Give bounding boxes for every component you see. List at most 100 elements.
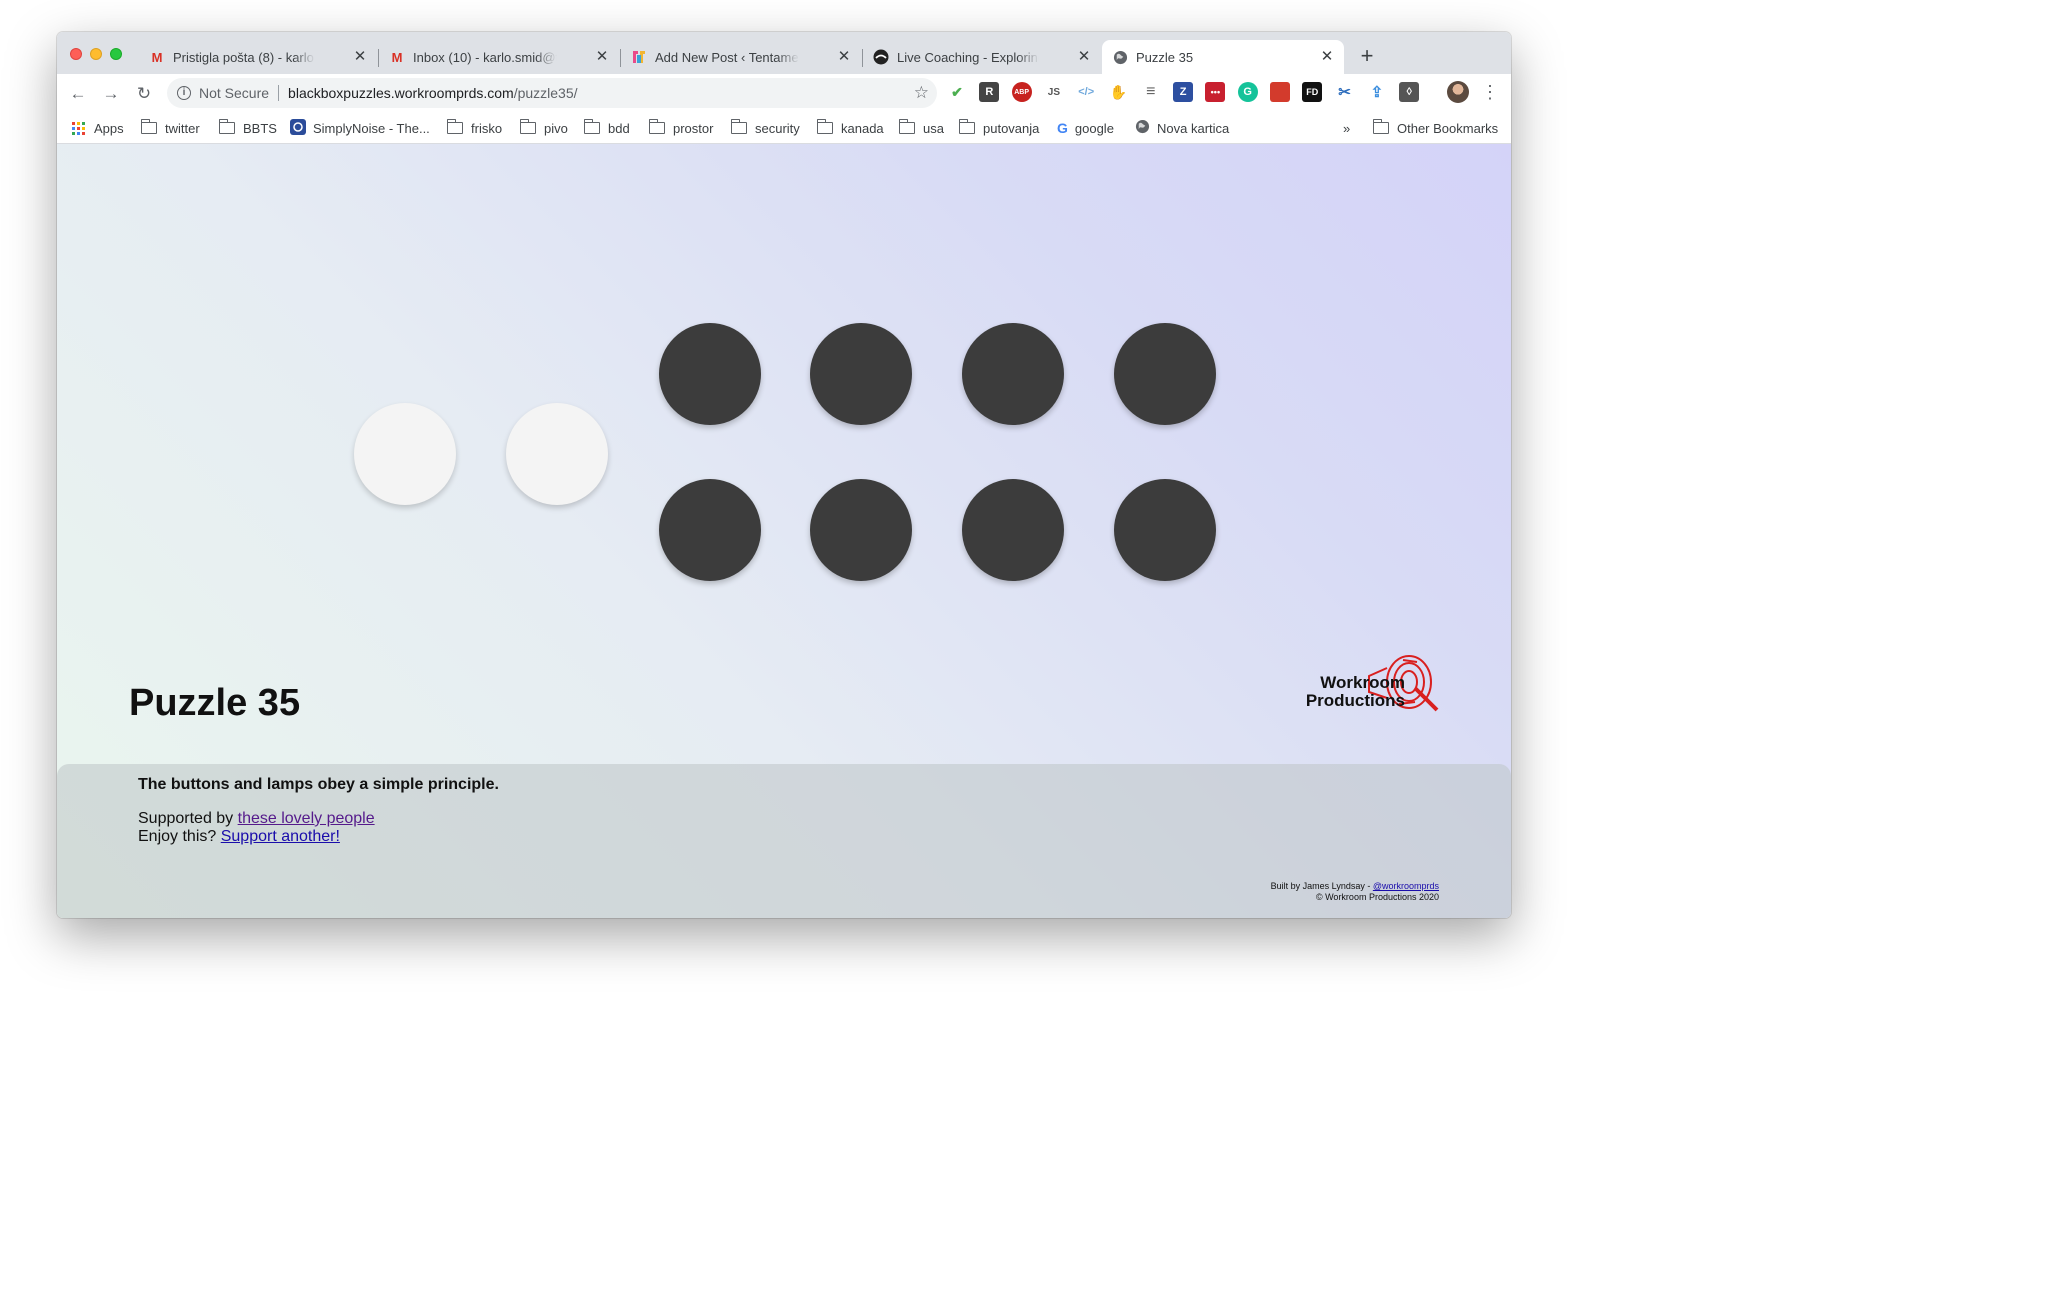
credits: Built by James Lyndsay - @workroomprds ©… xyxy=(1271,881,1439,903)
bookmark-security[interactable]: security xyxy=(730,119,800,137)
enjoy-prefix: Enjoy this? xyxy=(138,828,221,845)
folder-icon xyxy=(648,119,665,134)
bookmark-label: SimplyNoise - The... xyxy=(313,120,430,136)
workroom-logo: Workroom Productions xyxy=(1281,652,1441,718)
bookmark-twitter[interactable]: twitter xyxy=(140,119,200,137)
lastpass-icon[interactable]: ••• xyxy=(1205,82,1226,102)
lamp-3[interactable] xyxy=(659,323,761,425)
tab-close-button[interactable]: ✕ xyxy=(593,48,611,66)
reload-icon[interactable]: ↻ xyxy=(133,83,155,105)
tab-pristigla-posta[interactable]: M Pristigla pošta (8) - karlo.smid ✕ xyxy=(139,40,377,74)
bookmark-label: security xyxy=(755,120,800,136)
support-another-link[interactable]: Support another! xyxy=(221,828,340,845)
url-host: blackboxpuzzles.workroomprds.com xyxy=(288,85,514,101)
coaching-icon xyxy=(873,49,889,65)
tab-title: Add New Post ‹ Tentamen Software xyxy=(655,49,799,65)
extensions-bar: ✔ R ABP JS </> ✋ ≡ Z ••• G FD ✂ ⇪ ◊ xyxy=(947,82,1431,102)
bookmark-bdd[interactable]: bdd xyxy=(583,119,630,137)
bookmark-other-bookmarks[interactable]: Other Bookmarks xyxy=(1372,119,1499,137)
bookmark-label: kanada xyxy=(841,120,884,136)
lamp-4[interactable] xyxy=(810,323,912,425)
lamp-6[interactable] xyxy=(1114,323,1216,425)
globe-icon xyxy=(1112,49,1128,65)
tab-close-button[interactable]: ✕ xyxy=(351,48,369,66)
tab-close-button[interactable]: ✕ xyxy=(1075,48,1093,66)
minimize-window-button[interactable] xyxy=(90,48,102,60)
folder-icon xyxy=(218,119,235,134)
supported-prefix: Supported by xyxy=(138,810,238,827)
adblock-icon[interactable]: ABP xyxy=(1011,82,1032,102)
zoom-window-button[interactable] xyxy=(110,48,122,60)
lamp-2[interactable] xyxy=(506,403,608,505)
bulb-icon[interactable]: ◊ xyxy=(1399,82,1420,102)
avatar[interactable] xyxy=(1447,81,1469,103)
lamp-1[interactable] xyxy=(354,403,456,505)
bookmarks-overflow-button[interactable]: » xyxy=(1343,119,1350,137)
bookmark-label: Apps xyxy=(94,120,124,136)
address-bar[interactable]: i Not Secure blackboxpuzzles.workroomprd… xyxy=(167,78,937,108)
tools-icon[interactable]: ✂ xyxy=(1335,82,1355,102)
bookmark-usa[interactable]: usa xyxy=(898,119,944,137)
bookmark-prostor[interactable]: prostor xyxy=(648,119,713,137)
bookmark-frisko[interactable]: frisko xyxy=(446,119,503,137)
bookmark-pivo[interactable]: pivo xyxy=(519,119,568,137)
supporters-link[interactable]: these lovely people xyxy=(238,810,375,827)
bookmark-bbts[interactable]: BBTS xyxy=(218,119,277,137)
z-extension-icon[interactable]: Z xyxy=(1173,82,1194,102)
star-icon[interactable]: ☆ xyxy=(914,83,929,103)
tab-live-coaching[interactable]: Live Coaching - Exploring the E ✕ xyxy=(863,40,1101,74)
puzzle-description: The buttons and lamps obey a simple prin… xyxy=(138,776,499,793)
book-icon[interactable] xyxy=(1269,82,1290,102)
bookmark-label: Nova kartica xyxy=(1157,120,1230,136)
bookmark-label: frisko xyxy=(471,120,503,136)
close-window-button[interactable] xyxy=(70,48,82,60)
globe-icon xyxy=(1135,119,1150,137)
info-icon[interactable]: i xyxy=(177,86,191,100)
bookmark-kanada[interactable]: kanada xyxy=(816,119,884,137)
bookmark-apps[interactable]: Apps xyxy=(72,119,124,137)
new-tab-button[interactable]: + xyxy=(1355,45,1379,69)
workroomprds-link[interactable]: @workroomprds xyxy=(1373,881,1439,891)
lamp-10[interactable] xyxy=(1114,479,1216,581)
url-path: /puzzle35/ xyxy=(513,85,578,101)
bookmark-label: bdd xyxy=(608,120,630,136)
page-footer: The buttons and lamps obey a simple prin… xyxy=(57,764,1511,918)
logo-line-2: Productions xyxy=(1305,691,1405,710)
bookmark-google[interactable]: G google xyxy=(1057,119,1114,137)
bookmark-label: pivo xyxy=(544,120,568,136)
bookmark-putovanja[interactable]: putovanja xyxy=(958,119,1039,137)
share-icon[interactable]: ⇪ xyxy=(1367,82,1387,102)
bookmark-label: usa xyxy=(923,120,944,136)
hand-icon[interactable]: ✋ xyxy=(1108,82,1128,102)
forward-icon[interactable]: → xyxy=(100,83,122,105)
tab-add-new-post[interactable]: Add New Post ‹ Tentamen Software ✕ xyxy=(621,40,861,74)
built-by-text: Built by James Lyndsay - xyxy=(1270,881,1373,891)
lamp-8[interactable] xyxy=(810,479,912,581)
bookmark-nova-kartica[interactable]: Nova kartica xyxy=(1135,119,1229,137)
puzzle-page: Puzzle 35 Workroom Productions The butto… xyxy=(57,144,1511,918)
tab-strip: M Pristigla pošta (8) - karlo.smid ✕ M I… xyxy=(57,32,1511,74)
code-icon[interactable]: </> xyxy=(1076,82,1096,102)
page-title: Puzzle 35 xyxy=(129,682,301,724)
gmail-icon: M xyxy=(391,49,403,65)
lamp-5[interactable] xyxy=(962,323,1064,425)
js-icon[interactable]: JS xyxy=(1044,82,1064,102)
bookmark-label: BBTS xyxy=(243,120,277,136)
lines-icon[interactable]: ≡ xyxy=(1141,82,1161,102)
fd-extension-icon[interactable]: FD xyxy=(1302,82,1323,102)
browser-window: M Pristigla pošta (8) - karlo.smid ✕ M I… xyxy=(57,32,1511,918)
tab-close-button[interactable]: ✕ xyxy=(835,48,853,66)
grammarly-icon[interactable]: G xyxy=(1237,82,1258,102)
browser-toolbar: ← → ↻ i Not Secure blackboxpuzzles.workr… xyxy=(57,74,1511,112)
r-extension-icon[interactable]: R xyxy=(979,82,1000,102)
bookmark-simplynoise[interactable]: SimplyNoise - The... xyxy=(290,118,430,137)
back-icon[interactable]: ← xyxy=(67,83,89,105)
check-icon[interactable]: ✔ xyxy=(947,82,967,102)
bookmark-label: Other Bookmarks xyxy=(1397,120,1499,136)
tab-inbox[interactable]: M Inbox (10) - karlo.smid@tentamen ✕ xyxy=(379,40,619,74)
tab-close-button[interactable]: ✕ xyxy=(1318,48,1336,66)
tab-puzzle-35[interactable]: Puzzle 35 ✕ xyxy=(1102,40,1344,74)
lamp-7[interactable] xyxy=(659,479,761,581)
lamp-9[interactable] xyxy=(962,479,1064,581)
kebab-menu-icon[interactable]: ⋮ xyxy=(1481,82,1499,104)
